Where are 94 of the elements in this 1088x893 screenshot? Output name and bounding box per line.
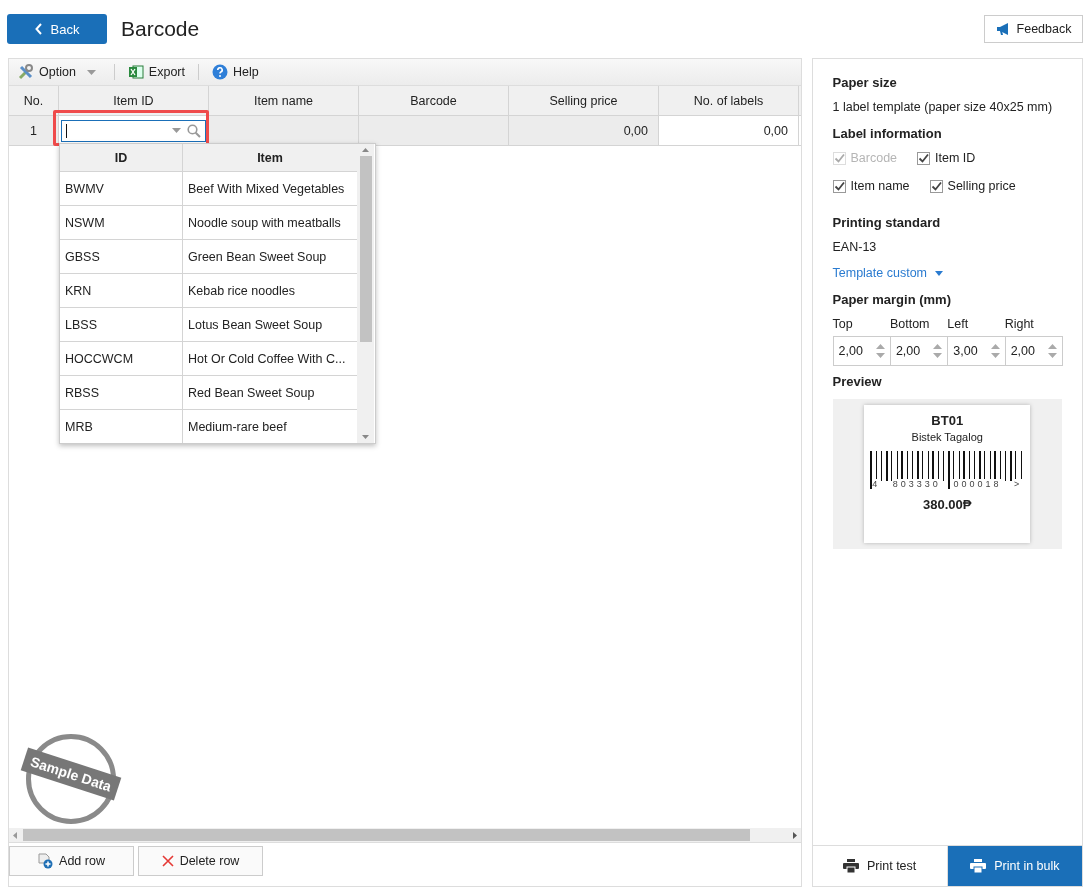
lookup-row[interactable]: BWMV Beef With Mixed Vegetables — [60, 172, 357, 206]
table-cell-text: Medium-rare beef — [187, 418, 288, 436]
checkmark-icon — [930, 180, 942, 192]
export-button[interactable]: Export — [124, 64, 188, 80]
checkmark-icon — [833, 180, 845, 192]
table-cell-text: Red Bean Sweet Soup — [187, 384, 316, 402]
section-title: Printing standard — [832, 215, 942, 230]
delete-row-button[interactable]: Delete row — [138, 846, 263, 876]
paper-size-text: 1 label template (paper size 40x25 mm) — [832, 100, 1054, 114]
feedback-button[interactable]: Feedback — [984, 15, 1083, 43]
margin-field[interactable]: 2,00 — [1004, 336, 1063, 366]
table-cell-text: Beef With Mixed Vegetables — [187, 180, 346, 198]
column-header: Selling price — [509, 86, 659, 115]
printer-icon — [842, 859, 859, 873]
scroll-left-icon[interactable] — [13, 831, 17, 839]
option-button[interactable]: Option — [15, 64, 79, 80]
scroll-up-icon[interactable] — [362, 148, 369, 152]
add-document-icon — [38, 853, 54, 869]
search-icon — [187, 123, 201, 138]
spinner-icon — [990, 344, 1000, 358]
caret-icon — [935, 270, 943, 276]
caret-icon — [172, 128, 181, 133]
table-cell-text: Noodle soup with meatballs — [187, 214, 342, 232]
margin-label: Top — [832, 317, 854, 331]
spinner-icon — [875, 344, 885, 358]
column-header: No. of labels — [659, 86, 799, 115]
table-cell: LBSS — [60, 308, 183, 341]
checkbox-option[interactable]: Selling price — [929, 179, 1016, 193]
section-title: Label information — [832, 126, 943, 141]
table-cell: KRN — [60, 274, 183, 307]
table-cell: 0,00 — [509, 116, 659, 145]
margin-field[interactable]: 2,00 — [832, 336, 891, 366]
back-button[interactable]: Back — [7, 14, 107, 44]
checkmark-icon — [918, 152, 930, 164]
lookup-row[interactable]: KRN Kebab rice noodles — [60, 274, 357, 308]
column-header: Item name — [209, 86, 359, 115]
lookup-row[interactable]: GBSS Green Bean Sweet Soup — [60, 240, 357, 274]
tools-icon — [18, 64, 34, 80]
spreadsheet-icon — [127, 64, 144, 80]
section-title: Preview — [832, 374, 883, 389]
section-title: Paper size — [832, 75, 898, 90]
label-item-name: Bistek Tagalog — [911, 431, 983, 443]
column-header: Barcode — [359, 86, 509, 115]
row-number: 1 — [9, 116, 59, 145]
margin-label: Right — [1004, 317, 1035, 331]
table-cell: BWMV — [60, 172, 183, 205]
table-cell: HOCCWCM — [60, 342, 183, 375]
vertical-scrollbar[interactable] — [357, 144, 374, 443]
printer-icon — [970, 859, 987, 873]
table-cell-text: Kebab rice noodles — [187, 282, 297, 300]
lookup-row[interactable]: LBSS Lotus Bean Sweet Soup — [60, 308, 357, 342]
barcode-digits: > — [1013, 479, 1023, 489]
add-row-button[interactable]: Add row — [9, 846, 134, 876]
template-custom-link[interactable]: Template custom — [832, 266, 943, 280]
table-cell: GBSS — [60, 240, 183, 273]
item-id-field[interactable] — [61, 119, 206, 142]
section-title: Paper margin (mm) — [832, 292, 952, 307]
table-cell: RBSS — [60, 376, 183, 409]
table-cell: NSWM — [60, 206, 183, 239]
close-icon — [161, 855, 174, 867]
column-header: Item ID — [59, 86, 209, 115]
barcode-digits: 803330 — [892, 479, 941, 489]
help-icon — [212, 64, 228, 80]
caret-icon[interactable] — [86, 69, 96, 75]
standard-text: EAN-13 — [832, 240, 878, 254]
spinner-icon — [933, 344, 943, 358]
checkmark-icon — [833, 152, 845, 164]
help-button[interactable]: Help — [209, 64, 262, 80]
table-cell-text: Green Bean Sweet Soup — [187, 248, 328, 266]
margin-label: Bottom — [889, 317, 931, 331]
scroll-right-icon[interactable] — [792, 831, 797, 839]
margin-field[interactable]: 2,00 — [889, 336, 949, 366]
horizontal-scrollbar[interactable] — [9, 828, 801, 842]
chevron-left-icon — [34, 23, 43, 35]
label-price: 380.00₱ — [923, 497, 972, 512]
scroll-down-icon[interactable] — [362, 435, 369, 439]
table-cell: MRB — [60, 410, 183, 443]
page-title: Barcode — [121, 17, 200, 41]
label-item-id: BT01 — [931, 413, 964, 428]
lookup-row[interactable]: NSWM Noodle soup with meatballs — [60, 206, 357, 240]
margin-field[interactable]: 3,00 — [947, 336, 1006, 366]
checkbox-option[interactable]: Item ID — [917, 151, 976, 165]
column-header: ID — [60, 144, 183, 171]
print-button[interactable]: Print in bulk — [947, 846, 1082, 886]
barcode-digits: 000018 — [953, 479, 1002, 489]
table-cell-text: Lotus Bean Sweet Soup — [187, 316, 324, 334]
column-header: Item — [256, 149, 284, 167]
table-cell-text: Hot Or Cold Coffee With C... — [187, 350, 347, 368]
column-header: No. — [9, 86, 59, 115]
lookup-row[interactable]: RBSS Red Bean Sweet Soup — [60, 376, 357, 410]
margin-label: Left — [947, 317, 970, 331]
spinner-icon — [1048, 344, 1057, 358]
lookup-row[interactable]: HOCCWCM Hot Or Cold Coffee With C... — [60, 342, 357, 376]
checkbox-option[interactable]: Item name — [832, 179, 910, 193]
